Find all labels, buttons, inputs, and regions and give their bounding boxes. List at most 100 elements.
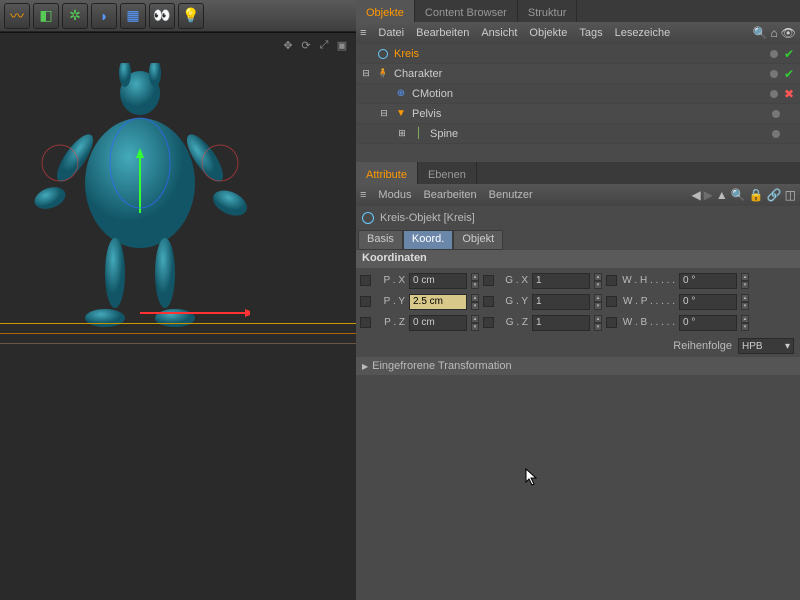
menu-tags[interactable]: Tags	[579, 27, 602, 39]
render-tool-icon[interactable]: 👀	[149, 3, 175, 29]
array-tool-icon[interactable]: ✲	[62, 3, 88, 29]
spin-down-icon[interactable]: ▾	[471, 323, 479, 331]
maximize-icon[interactable]: ▣	[334, 37, 350, 53]
py-input[interactable]	[409, 294, 467, 310]
anim-checkbox[interactable]	[606, 296, 617, 307]
menu-bookmarks[interactable]: Lesezeiche	[615, 27, 671, 39]
anim-checkbox[interactable]	[483, 317, 494, 328]
spin-down-icon[interactable]: ▾	[471, 302, 479, 310]
fwd-icon[interactable]: ▶	[704, 188, 713, 202]
eye-icon[interactable]: 👁	[781, 26, 796, 40]
new-icon[interactable]: ◫	[785, 188, 796, 202]
spin-up-icon[interactable]: ▴	[471, 294, 479, 302]
spin-down-icon[interactable]: ▾	[594, 323, 602, 331]
3d-viewport[interactable]: ✥ ⟳ ⤢ ▣	[0, 32, 356, 600]
spin-up-icon[interactable]: ▴	[741, 315, 749, 323]
visibility-dots[interactable]: ✔	[770, 67, 794, 81]
menu-edit[interactable]: Bearbeiten	[416, 27, 469, 39]
frozen-transform-section[interactable]: ▶ Eingefrorene Transformation	[356, 357, 800, 375]
pz-input[interactable]	[409, 315, 467, 331]
anim-checkbox[interactable]	[360, 275, 371, 286]
menu-edit[interactable]: Bearbeiten	[423, 189, 476, 201]
gx-input[interactable]	[532, 273, 590, 289]
floor-tool-icon[interactable]: ▦	[120, 3, 146, 29]
menu-user[interactable]: Benutzer	[489, 189, 533, 201]
gz-input[interactable]	[532, 315, 590, 331]
spin-down-icon[interactable]: ▾	[741, 323, 749, 331]
search-icon[interactable]: 🔍	[731, 188, 746, 202]
tab-structure[interactable]: Struktur	[518, 0, 578, 22]
gy-input[interactable]	[532, 294, 590, 310]
spin-up-icon[interactable]: ▴	[741, 273, 749, 281]
menu-objects[interactable]: Objekte	[529, 27, 567, 39]
tree-row[interactable]: ⊟▼Pelvis	[356, 104, 800, 124]
tree-row[interactable]: Kreis✔	[356, 44, 800, 64]
back-icon[interactable]: ◀	[691, 188, 700, 202]
subtab-koord[interactable]: Koord.	[403, 230, 453, 250]
visibility-dots[interactable]: ✔	[770, 47, 794, 61]
spin-down-icon[interactable]: ▾	[741, 302, 749, 310]
wp-input[interactable]	[679, 294, 737, 310]
menu-view[interactable]: Ansicht	[481, 27, 517, 39]
tab-attribute[interactable]: Attribute	[356, 162, 418, 184]
anim-checkbox[interactable]	[360, 296, 371, 307]
subtab-objekt[interactable]: Objekt	[453, 230, 503, 250]
triangle-right-icon: ▶	[362, 362, 368, 371]
spin-down-icon[interactable]: ▾	[471, 281, 479, 289]
hamburger-icon[interactable]: ≡	[360, 27, 366, 39]
anim-checkbox[interactable]	[606, 275, 617, 286]
spin-up-icon[interactable]: ▴	[471, 315, 479, 323]
menu-mode[interactable]: Modus	[378, 189, 411, 201]
scale-gizmo-icon[interactable]: ⤢	[316, 37, 332, 53]
spin-down-icon[interactable]: ▾	[741, 281, 749, 289]
expander-icon[interactable]: ⊞	[396, 128, 408, 139]
spin-down-icon[interactable]: ▾	[594, 281, 602, 289]
tab-content-browser[interactable]: Content Browser	[415, 0, 518, 22]
move-gizmo-icon[interactable]: ✥	[280, 37, 296, 53]
cube-tool-icon[interactable]: ◧	[33, 3, 59, 29]
anim-checkbox[interactable]	[483, 275, 494, 286]
spin-up-icon[interactable]: ▴	[741, 294, 749, 302]
spin-down-icon[interactable]: ▾	[594, 302, 602, 310]
up-icon[interactable]: ▲	[716, 188, 728, 202]
attribute-sub-tabs: Basis Koord. Objekt	[356, 230, 800, 250]
wh-input[interactable]	[679, 273, 737, 289]
field-label: W . B . . . . .	[621, 317, 675, 328]
visibility-dots[interactable]	[772, 110, 794, 118]
spin-up-icon[interactable]: ▴	[594, 315, 602, 323]
tree-row[interactable]: ⊕CMotion✖	[356, 84, 800, 104]
anim-checkbox[interactable]	[360, 317, 371, 328]
tab-layers[interactable]: Ebenen	[418, 162, 477, 184]
expander-icon[interactable]: ⊟	[378, 108, 390, 119]
spin-up-icon[interactable]: ▴	[594, 273, 602, 281]
visibility-dots[interactable]	[772, 130, 794, 138]
menu-file[interactable]: Datei	[378, 27, 404, 39]
spin-up-icon[interactable]: ▴	[471, 273, 479, 281]
object-tree[interactable]: Kreis✔⊟🧍Charakter✔⊕CMotion✖⊟▼Pelvis⊞│Spi…	[356, 44, 800, 162]
curve-tool-icon[interactable]: 〰	[4, 3, 30, 29]
surface-tool-icon[interactable]: ◗	[91, 3, 117, 29]
search-icon[interactable]: 🔍	[753, 26, 768, 40]
tree-row[interactable]: ⊟🧍Charakter✔	[356, 64, 800, 84]
hamburger-icon[interactable]: ≡	[360, 189, 366, 201]
light-tool-icon[interactable]: 💡	[178, 3, 204, 29]
object-name: Pelvis	[412, 108, 772, 120]
floor-line	[0, 333, 356, 334]
tab-objects[interactable]: Objekte	[356, 0, 415, 22]
expander-icon[interactable]: ⊟	[360, 68, 372, 79]
anim-checkbox[interactable]	[606, 317, 617, 328]
link-icon[interactable]: 🔗	[767, 188, 782, 202]
rotate-gizmo-icon[interactable]: ⟳	[298, 37, 314, 53]
visibility-dots[interactable]: ✖	[770, 87, 794, 101]
tree-row[interactable]: ⊞│Spine	[356, 124, 800, 144]
section-coordinates: Koordinaten	[356, 250, 800, 268]
order-select[interactable]: HPB▾	[738, 338, 794, 354]
wb-input[interactable]	[679, 315, 737, 331]
object-name: CMotion	[412, 88, 770, 100]
subtab-basis[interactable]: Basis	[358, 230, 403, 250]
px-input[interactable]	[409, 273, 467, 289]
anim-checkbox[interactable]	[483, 296, 494, 307]
lock-icon[interactable]: 🔒	[749, 188, 764, 202]
spin-up-icon[interactable]: ▴	[594, 294, 602, 302]
home-icon[interactable]: ⌂	[771, 26, 778, 40]
